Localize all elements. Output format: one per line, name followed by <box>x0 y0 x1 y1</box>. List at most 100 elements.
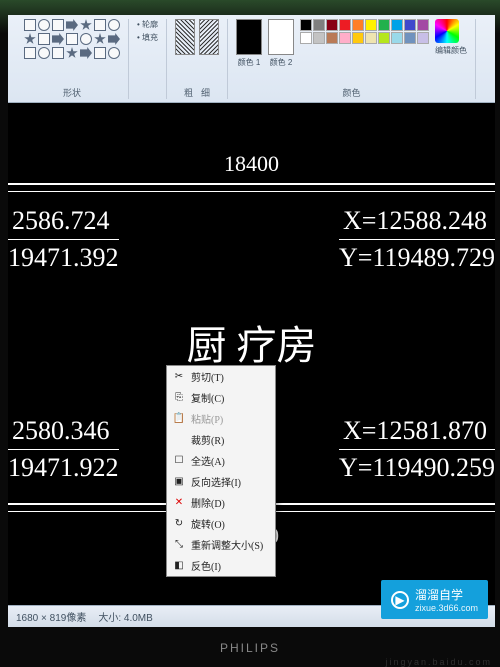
shape-icon[interactable] <box>108 19 120 31</box>
coord-bottom-right: X=12581.870 Y=119490.259 <box>339 413 495 487</box>
color-swatch[interactable] <box>417 32 429 44</box>
menu-label: 裁剪(R) <box>191 432 224 447</box>
context-menu-item: 📋粘贴(P) <box>167 408 275 429</box>
menu-label: 旋转(O) <box>191 516 225 531</box>
color-swatch[interactable] <box>326 32 338 44</box>
menu-icon: ▣ <box>173 476 185 488</box>
shape-icon[interactable] <box>94 33 106 45</box>
coord-x: 2586.724 <box>8 203 119 240</box>
context-menu-item[interactable]: ⤡重新调整大小(S) <box>167 534 275 555</box>
thin-label: 细 <box>201 86 210 99</box>
menu-label: 剪切(T) <box>191 369 224 384</box>
watermark-brand: 溜溜自学 <box>415 588 463 602</box>
status-resolution: 1680 × 819像素 <box>16 609 86 624</box>
menu-label: 复制(C) <box>191 390 224 405</box>
shapes-group: 形状 <box>16 19 129 99</box>
coord-y: Y=119489.729 <box>339 240 495 276</box>
coord-bottom-left: 2580.346 19471.922 <box>8 413 119 487</box>
color-swatch[interactable] <box>378 32 390 44</box>
context-menu: ✂ 剪切(T) ⎘ 复制(C) 📋粘贴(P) 裁剪(R) ☐ 全选(A) ▣ 反向选择(I) ✕删除… <box>166 365 276 577</box>
shape-icon[interactable] <box>94 47 106 59</box>
stroke-thick-button[interactable] <box>175 19 195 55</box>
context-menu-item[interactable]: ⎘ 复制(C) <box>167 387 275 408</box>
shape-icon[interactable] <box>108 47 120 59</box>
shape-icon[interactable] <box>52 33 64 45</box>
context-menu-item[interactable]: ▣ 反向选择(I) <box>167 471 275 492</box>
shapes-group-label: 形状 <box>63 86 81 99</box>
shape-icon[interactable] <box>24 33 36 45</box>
shapes-gallery[interactable] <box>24 19 120 59</box>
dim-line <box>8 191 495 192</box>
dimension-top: 18400 <box>224 151 279 177</box>
color-swatch[interactable] <box>378 19 390 31</box>
color-palette[interactable] <box>300 19 429 44</box>
context-menu-item[interactable]: 裁剪(R) <box>167 429 275 450</box>
shape-icon[interactable] <box>52 19 64 31</box>
coord-top-right: X=12588.248 Y=119489.729 <box>339 203 495 277</box>
shape-icon[interactable] <box>66 47 78 59</box>
shape-icon[interactable] <box>108 33 120 45</box>
color-swatch[interactable] <box>313 32 325 44</box>
color-swatch[interactable] <box>365 19 377 31</box>
context-menu-item[interactable]: ↻旋转(O) <box>167 513 275 534</box>
menu-icon: ⤡ <box>173 539 185 551</box>
color-swatch[interactable] <box>300 19 312 31</box>
thick-label: 粗 <box>184 86 193 99</box>
menu-icon: ✂ <box>173 371 185 383</box>
color-swatch[interactable] <box>404 32 416 44</box>
menu-label: 反向选择(I) <box>191 474 241 489</box>
color-swatch[interactable] <box>339 19 351 31</box>
menu-label: 粘贴(P) <box>191 411 223 426</box>
shape-icon[interactable] <box>38 47 50 59</box>
menu-icon: ☐ <box>173 455 185 467</box>
shape-icon[interactable] <box>66 33 78 45</box>
color-swatch[interactable] <box>365 32 377 44</box>
color-swatch[interactable] <box>326 19 338 31</box>
coord-x: 2580.346 <box>8 413 119 450</box>
color-swatch[interactable] <box>352 32 364 44</box>
coord-y: 19471.392 <box>8 240 119 276</box>
color-swatch[interactable] <box>391 32 403 44</box>
color-swatch[interactable] <box>404 19 416 31</box>
coord-x: X=12581.870 <box>339 413 495 450</box>
outline-button[interactable]: 轮廓 <box>137 19 158 30</box>
color-swatch[interactable] <box>300 32 312 44</box>
edit-colors-label: 编辑颜色 <box>435 45 467 56</box>
colors-group-label: 颜色 <box>343 86 361 99</box>
watermark: ▶ 溜溜自学 zixue.3d66.com <box>381 580 488 619</box>
menu-label: 全选(A) <box>191 453 225 468</box>
shape-icon[interactable] <box>66 19 78 31</box>
color-swatch[interactable] <box>352 19 364 31</box>
shape-icon[interactable] <box>80 47 92 59</box>
shape-icon[interactable] <box>24 19 36 31</box>
color-swatch[interactable] <box>417 19 429 31</box>
context-menu-item[interactable]: ✂ 剪切(T) <box>167 366 275 387</box>
play-icon: ▶ <box>391 591 409 609</box>
menu-icon: ⎘ <box>173 392 185 404</box>
shape-icon[interactable] <box>94 19 106 31</box>
color1-swatch[interactable] <box>236 19 262 55</box>
color2-swatch[interactable] <box>268 19 294 55</box>
colors-group: 颜色 1 颜色 2 编辑颜色 颜色 <box>228 19 476 99</box>
fill-button[interactable]: 填充 <box>137 32 158 43</box>
menu-label: 反色(I) <box>191 558 221 573</box>
shape-icon[interactable] <box>38 19 50 31</box>
coord-x: X=12588.248 <box>339 203 495 240</box>
stroke-thin-button[interactable] <box>199 19 219 55</box>
shape-icon[interactable] <box>24 47 36 59</box>
shape-icon[interactable] <box>52 47 64 59</box>
color-swatch[interactable] <box>339 32 351 44</box>
context-menu-item[interactable]: ◧反色(I) <box>167 555 275 576</box>
stroke-group: 粗 细 <box>167 19 228 99</box>
context-menu-item[interactable]: ☐ 全选(A) <box>167 450 275 471</box>
edit-colors-button[interactable] <box>435 19 459 43</box>
shape-icon[interactable] <box>80 33 92 45</box>
monitor-brand: PHILIPS <box>220 641 280 655</box>
canvas[interactable]: 18400 2586.724 19471.392 X=12588.248 Y=1… <box>8 103 495 605</box>
color-swatch[interactable] <box>313 19 325 31</box>
outline-fill-group: 轮廓 填充 <box>129 19 167 99</box>
context-menu-item[interactable]: ✕删除(D) <box>167 492 275 513</box>
color-swatch[interactable] <box>391 19 403 31</box>
shape-icon[interactable] <box>38 33 50 45</box>
shape-icon[interactable] <box>80 19 92 31</box>
